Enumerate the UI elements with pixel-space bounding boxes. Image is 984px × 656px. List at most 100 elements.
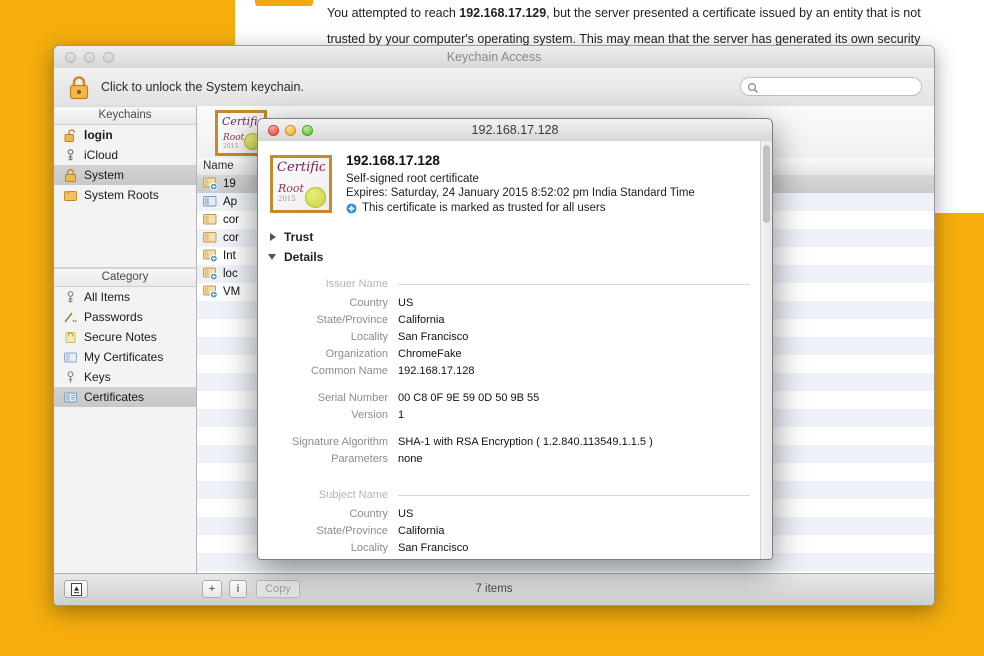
certificate-icon	[203, 231, 218, 245]
passwords-icon	[63, 310, 78, 325]
field-serial-number: Serial Number 00 C8 0F 9E 59 0D 50 9B 55	[258, 390, 772, 406]
sidebar-item-label: System Roots	[84, 188, 159, 202]
item-count-label: 7 items	[475, 583, 513, 595]
section-label: Subject Name	[318, 489, 388, 501]
certificate-badge-icon	[203, 249, 218, 263]
field-label: State/Province	[316, 314, 388, 326]
field-label: Version	[351, 409, 388, 421]
sidebar-item-label: My Certificates	[84, 350, 164, 364]
field-signature-algorithm: Signature Algorithm SHA-1 with RSA Encry…	[258, 434, 772, 450]
trust-section-label: Trust	[284, 230, 314, 244]
field-label: Country	[349, 297, 388, 309]
sidebar-item-passwords[interactable]: Passwords	[54, 307, 196, 327]
sidebar-item-label: iCloud	[84, 148, 119, 162]
sidebar-item-icloud[interactable]: iCloud	[54, 145, 196, 165]
sidebar-item-secure-notes[interactable]: Secure Notes	[54, 327, 196, 347]
section-divider	[398, 495, 750, 496]
field-label: Parameters	[331, 453, 388, 465]
column-header-name[interactable]: Name	[203, 158, 234, 175]
field-label: Signature Algorithm	[292, 436, 388, 448]
cert-seal-icon	[305, 187, 326, 208]
sidebar-item-system[interactable]: System	[54, 165, 196, 185]
sidebar-item-login[interactable]: login	[54, 125, 196, 145]
sidebar-item-label: Passwords	[84, 310, 143, 324]
locked-padlock-icon	[63, 168, 78, 183]
sidebar-item-label: Keys	[84, 370, 111, 384]
field-value: US	[398, 297, 414, 309]
section-header-issuer-name: Issuer Name	[258, 276, 772, 294]
key-person-icon	[63, 148, 78, 163]
list-item-label: loc	[223, 268, 238, 280]
sidebar-item-keys[interactable]: Keys	[54, 367, 196, 387]
trust-status-label: This certificate is marked as trusted fo…	[362, 202, 606, 214]
details-section-toggle[interactable]: Details	[258, 247, 772, 267]
sidebar: Keychains login iCloud System System Roo…	[54, 106, 197, 574]
search-input[interactable]	[763, 78, 917, 97]
field-subject-state: State/Province California	[258, 523, 772, 539]
unlock-hint-text[interactable]: Click to unlock the System keychain.	[101, 68, 304, 106]
sidebar-spacer	[54, 245, 196, 268]
field-value: California	[398, 314, 445, 326]
chevron-right-icon	[270, 233, 276, 241]
padlock-icon[interactable]	[65, 73, 93, 101]
status-bar: + i Copy 7 items	[54, 573, 934, 605]
field-label: Country	[349, 508, 388, 520]
list-item-label: VM	[223, 286, 241, 298]
scrollbar-thumb[interactable]	[763, 145, 770, 223]
dialog-scrollbar[interactable]	[760, 141, 772, 559]
trust-section-toggle[interactable]: Trust	[258, 227, 772, 247]
sidebar-item-label: Certificates	[84, 390, 145, 404]
field-value: California	[398, 525, 445, 537]
field-spacer	[258, 423, 772, 433]
sidebar-item-my-certificates[interactable]: My Certificates	[54, 347, 196, 367]
blue-plus-badge-icon	[346, 203, 357, 214]
sidebar-item-label: All Items	[84, 290, 131, 304]
chevron-down-icon	[268, 254, 276, 260]
field-value: San Francisco	[398, 542, 469, 554]
window-title: Keychain Access	[446, 50, 542, 64]
sidebar-keychains-header: Keychains	[54, 106, 196, 125]
cert-thumb-sub: 2015	[278, 195, 296, 203]
section-divider	[398, 284, 750, 285]
field-label: Organization	[325, 348, 388, 360]
field-value: SHA-1 with RSA Encryption ( 1.2.840.1135…	[398, 436, 653, 448]
certificate-summary: Certificate Root 2015 192.168.17.128 Sel…	[258, 141, 772, 227]
my-certificates-icon	[63, 350, 78, 365]
list-item-label: Ap	[223, 196, 238, 208]
dialog-titlebar: 192.168.17.128	[258, 119, 772, 142]
certificate-badge-icon	[203, 267, 218, 281]
field-issuer-common-name: Common Name 192.168.17.128	[258, 363, 772, 379]
keychain-titlebar: Keychain Access	[54, 46, 934, 69]
sidebar-item-all-items[interactable]: All Items	[54, 287, 196, 307]
sidebar-item-certificates[interactable]: Certificates	[54, 387, 196, 407]
sidebar-item-system-roots[interactable]: System Roots	[54, 185, 196, 205]
field-label: State/Province	[316, 525, 388, 537]
key-icon	[63, 370, 78, 385]
field-value: San Francisco	[398, 331, 469, 343]
search-field[interactable]	[740, 77, 922, 97]
unlocked-padlock-icon	[63, 128, 78, 143]
certificate-kind: Self-signed root certificate	[346, 173, 479, 185]
details-field-list: Issuer Name Country US State/Province Ca…	[258, 276, 772, 556]
section-label: Issuer Name	[325, 278, 388, 290]
field-subject-country: Country US	[258, 506, 772, 522]
field-value: ChromeFake	[398, 348, 462, 360]
certificate-thumbnail: Certificate Root 2015	[270, 155, 332, 213]
sidebar-keychains-list: login iCloud System System Roots	[54, 125, 196, 245]
cert-thumb-script: Certificate	[277, 160, 325, 175]
field-value: 1	[398, 409, 405, 421]
sidebar-category-header: Category	[54, 268, 196, 287]
field-value: none	[398, 453, 423, 465]
field-issuer-locality: Locality San Francisco	[258, 329, 772, 345]
field-label: Locality	[350, 331, 388, 343]
certificate-common-name: 192.168.17.128	[346, 153, 440, 168]
list-item-label: cor	[223, 232, 239, 244]
cert-thumb-sub: 2015	[223, 143, 239, 150]
certificate-summary-text: 192.168.17.128 Self-signed root certific…	[346, 153, 760, 214]
field-issuer-country: Country US	[258, 295, 772, 311]
field-label: Serial Number	[317, 392, 388, 404]
list-item-label: Int	[223, 250, 236, 262]
sidebar-item-label: System	[84, 168, 125, 182]
certificates-icon	[63, 390, 78, 405]
sidebar-category-list: All Items Passwords Secure Notes My Cert…	[54, 287, 196, 407]
